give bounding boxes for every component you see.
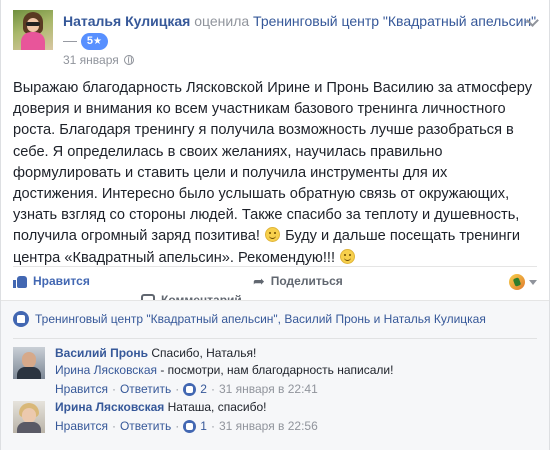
page-avatar-icon [509,274,525,290]
divider [13,338,537,339]
share-button[interactable]: ➦ Поделиться [253,274,343,288]
mention-text: - посмотри, нам благодарность написали! [160,363,394,377]
comment-author-link[interactable]: Василий Пронь [55,346,148,360]
comment-body: Ирина Лясковская Наташа, спасибо! Нравит… [55,399,537,435]
likers-text[interactable]: Тренинговый центр "Квадратный апельсин",… [35,312,486,326]
caret-down-icon [529,279,537,285]
post-actions-bar: Нравится Комментарий ➦ Поделиться [13,266,537,309]
comment-reply-link[interactable]: Ответить [120,418,171,435]
comment-like-link[interactable]: Нравится [55,418,108,435]
star-icon: ★ [93,36,102,47]
page-voice-selector[interactable] [509,274,537,290]
mention-link[interactable]: Ирина Лясковская [55,363,157,377]
post-date-link[interactable]: 31 января [63,53,119,67]
post-header: Наталья Кулицкая оценила Тренинговый цен… [13,10,539,67]
comments-section: Тренинговый центр "Квадратный апельсин",… [1,300,549,450]
post-meta: 31 января [63,53,134,67]
smile-emoji-icon [265,227,281,243]
comment-like-link[interactable]: Нравится [55,381,108,398]
review-text-part-1: Выражаю благодарность Лясковской Ирине и… [13,80,532,245]
share-arrow-icon: ➦ [253,273,265,289]
comment-body: Василий Пронь Спасибо, Наталья! Ирина Ля… [55,345,537,398]
dash-separator: — [63,32,77,48]
review-post-card: Наталья Кулицкая оценила Тренинговый цен… [0,0,550,450]
comment-like-count[interactable]: 1 [200,418,207,435]
review-text: Выражаю благодарность Лясковской Ирине и… [13,78,533,269]
comment-timestamp[interactable]: 31 января в 22:41 [219,381,318,398]
comment-text: Спасибо, Наталья! [151,346,257,360]
comment-meta: Нравится · Ответить · 2 · 31 января в 22… [55,381,318,398]
like-count-icon [183,383,197,396]
like-reaction-icon [13,311,29,327]
like-button[interactable]: Нравится [13,274,90,288]
commenter-avatar[interactable] [13,347,45,379]
like-label: Нравится [33,274,90,288]
author-avatar[interactable] [13,10,53,50]
thumbs-up-icon [13,274,27,288]
like-count-icon [183,420,197,433]
author-name-link[interactable]: Наталья Кулицкая [63,13,190,29]
comment-meta: Нравится · Ответить · 1 · 31 января в 22… [55,418,318,435]
rating-badge: 5★ [80,33,108,50]
share-label: Поделиться [270,274,343,288]
page-name-link[interactable]: Тренинговый центр "Квадратный апельсин" [253,13,536,29]
commenter-avatar[interactable] [13,401,45,433]
comment-timestamp[interactable]: 31 января в 22:56 [219,418,318,435]
comment-reply-line: Ирина Лясковская - посмотри, нам благода… [55,362,537,379]
action-text: оценила [194,13,250,29]
comment-like-count[interactable]: 2 [200,381,207,398]
likers-summary[interactable]: Тренинговый центр "Квадратный апельсин",… [13,311,486,327]
comment-text: Наташа, спасибо! [167,400,267,414]
comment-reply-link[interactable]: Ответить [120,381,171,398]
smile-emoji-icon [340,248,356,264]
comment-item: Василий Пронь Спасибо, Наталья! Ирина Ля… [13,345,537,397]
comment-item: Ирина Лясковская Наташа, спасибо! Нравит… [13,399,537,450]
globe-icon [123,55,134,65]
post-header-text: Наталья Кулицкая оценила Тренинговый цен… [63,12,537,50]
comment-author-link[interactable]: Ирина Лясковская [55,400,164,414]
